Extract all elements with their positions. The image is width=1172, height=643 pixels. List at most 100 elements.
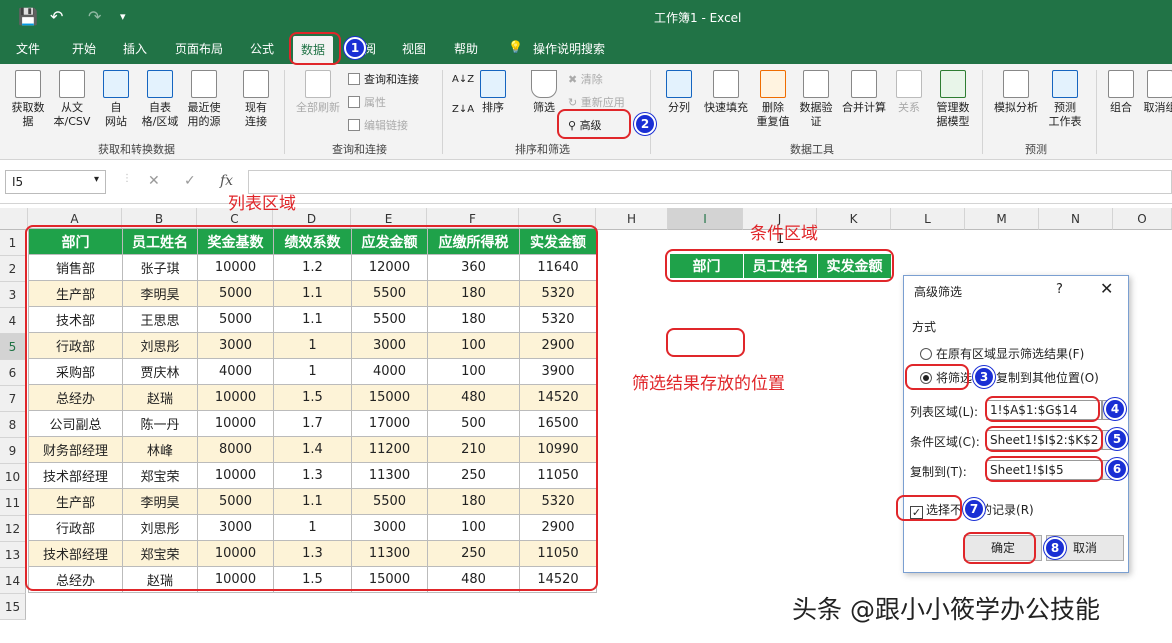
- clear-filter-icon: ✖: [568, 73, 581, 86]
- row-header[interactable]: 1: [0, 230, 26, 256]
- highlight-criteria-range: [985, 426, 1103, 452]
- row-header[interactable]: 9: [0, 438, 26, 464]
- group-button[interactable]: 组合: [1104, 70, 1138, 115]
- option-in-place[interactable]: 在原有区域显示筛选结果(F): [920, 345, 1084, 362]
- row-header[interactable]: 7: [0, 386, 26, 412]
- consolidate-button[interactable]: 合并计算: [838, 70, 890, 115]
- relationships-button[interactable]: 关系: [892, 70, 926, 115]
- enter-formula-icon[interactable]: ✓: [184, 173, 196, 189]
- forecast-icon: [1052, 70, 1078, 98]
- cancel-formula-icon[interactable]: ✕: [148, 173, 160, 189]
- help-icon[interactable]: ?: [1056, 282, 1063, 297]
- customize-qat-icon[interactable]: ▾: [120, 10, 126, 23]
- clear-button[interactable]: ✖ 清除: [568, 71, 603, 87]
- select-all-corner[interactable]: [0, 208, 28, 230]
- get-data-button[interactable]: 获取数 据: [6, 70, 50, 129]
- recent-sources-button[interactable]: 最近使 用的源: [184, 70, 224, 129]
- step-badge: 3: [973, 366, 995, 388]
- tab-insert[interactable]: 插入: [123, 40, 147, 57]
- row-header[interactable]: 4: [0, 308, 26, 334]
- radio-icon: [920, 348, 932, 360]
- sort-za-button[interactable]: Z↓A: [452, 102, 474, 117]
- remove-duplicates-button[interactable]: 删除 重复值: [752, 70, 794, 129]
- filter-button[interactable]: 筛选: [528, 70, 560, 115]
- advanced-filter-dialog: 高级筛选 ? ✕ 方式 在原有区域显示筛选结果(F) 将筛选 复制到其他位置(O)…: [903, 275, 1129, 573]
- tab-page-layout[interactable]: 页面布局: [175, 40, 223, 57]
- column-header[interactable]: H: [596, 208, 668, 230]
- row-header[interactable]: 11: [0, 490, 26, 516]
- row-header[interactable]: 3: [0, 282, 26, 308]
- insert-function-icon[interactable]: fx: [220, 173, 233, 189]
- sort-az-button[interactable]: A↓Z: [452, 72, 474, 87]
- row-header[interactable]: 14: [0, 568, 26, 594]
- row-header[interactable]: 6: [0, 360, 26, 386]
- copy-to-label: 复制到(T):: [910, 465, 967, 479]
- separator: [1096, 70, 1097, 154]
- remove-duplicates-icon: [760, 70, 786, 98]
- column-header[interactable]: K: [817, 208, 891, 230]
- data-validation-button[interactable]: 数据验 证: [796, 70, 836, 129]
- separator: [284, 70, 285, 154]
- database-icon: [15, 70, 41, 98]
- manage-data-model-button[interactable]: 管理数 据模型: [930, 70, 976, 129]
- step-badge: 1: [344, 37, 366, 59]
- row-header[interactable]: 12: [0, 516, 26, 542]
- step-badge: 6: [1106, 458, 1128, 480]
- step-badge: 4: [1104, 398, 1126, 420]
- list-area-label: 列表区域: [228, 194, 296, 214]
- criteria-range-label: 条件区域(C):: [910, 435, 980, 449]
- tab-help[interactable]: 帮助: [454, 40, 478, 57]
- edit-links-button[interactable]: 编辑链接: [348, 117, 408, 133]
- highlight-list-range: [985, 396, 1100, 422]
- edit-links-icon: [348, 119, 360, 131]
- method-label: 方式: [912, 320, 937, 334]
- queries-connections-button[interactable]: 查询和连接: [348, 71, 419, 87]
- undo-icon[interactable]: ↶: [50, 7, 63, 26]
- reapply-button[interactable]: ↻ 重新应用: [568, 94, 625, 110]
- text-to-columns-button[interactable]: 分列: [662, 70, 696, 115]
- column-header[interactable]: I: [668, 208, 743, 230]
- forecast-sheet-button[interactable]: 预测 工作表: [1044, 70, 1086, 129]
- what-if-analysis-button[interactable]: 模拟分析: [990, 70, 1042, 115]
- watermark: 头条 @跟小小筱学办公技能: [792, 595, 1100, 624]
- row-header[interactable]: 15: [0, 594, 26, 620]
- close-icon[interactable]: ✕: [1100, 279, 1113, 298]
- row-header[interactable]: 5: [0, 334, 26, 360]
- highlight-ok: [963, 532, 1036, 564]
- refresh-all-button[interactable]: 全部刷新: [292, 70, 344, 115]
- ungroup-button[interactable]: 取消组: [1140, 70, 1172, 115]
- list-range-label: 列表区域(L):: [910, 405, 979, 419]
- group-get-transform: 获取和转换数据: [98, 143, 175, 156]
- column-header[interactable]: O: [1113, 208, 1172, 230]
- column-header[interactable]: M: [965, 208, 1039, 230]
- tab-home[interactable]: 开始: [72, 40, 96, 57]
- save-icon[interactable]: 💾: [18, 7, 38, 26]
- column-header[interactable]: N: [1039, 208, 1113, 230]
- formula-input[interactable]: [248, 170, 1172, 194]
- ungroup-icon: [1147, 70, 1172, 98]
- what-if-icon: [1003, 70, 1029, 98]
- group-sort-filter: 排序和筛选: [515, 143, 570, 156]
- row-header[interactable]: 8: [0, 412, 26, 438]
- tab-formulas[interactable]: 公式: [250, 40, 274, 57]
- redo-icon[interactable]: ↷: [88, 7, 101, 26]
- text-file-icon: [59, 70, 85, 98]
- data-model-icon: [940, 70, 966, 98]
- column-header[interactable]: L: [891, 208, 965, 230]
- queries-icon: [348, 73, 360, 85]
- from-text-button[interactable]: 从文 本/CSV: [50, 70, 94, 129]
- tab-file[interactable]: 文件: [16, 40, 40, 57]
- properties-button[interactable]: 属性: [348, 94, 386, 110]
- row-header[interactable]: 13: [0, 542, 26, 568]
- existing-connections-button[interactable]: 现有 连接: [236, 70, 276, 129]
- from-web-button[interactable]: 自 网站: [98, 70, 134, 129]
- row-header[interactable]: 10: [0, 464, 26, 490]
- sort-button[interactable]: 排序: [476, 70, 510, 115]
- row-header[interactable]: 2: [0, 256, 26, 282]
- step-badge: 8: [1044, 537, 1066, 559]
- name-box[interactable]: I5 ▾: [5, 170, 106, 194]
- flash-fill-button[interactable]: 快速填充: [700, 70, 752, 115]
- from-table-button[interactable]: 自表 格/区域: [138, 70, 182, 129]
- tab-view[interactable]: 视图: [402, 40, 426, 57]
- tell-me-search[interactable]: 操作说明搜索: [533, 40, 605, 57]
